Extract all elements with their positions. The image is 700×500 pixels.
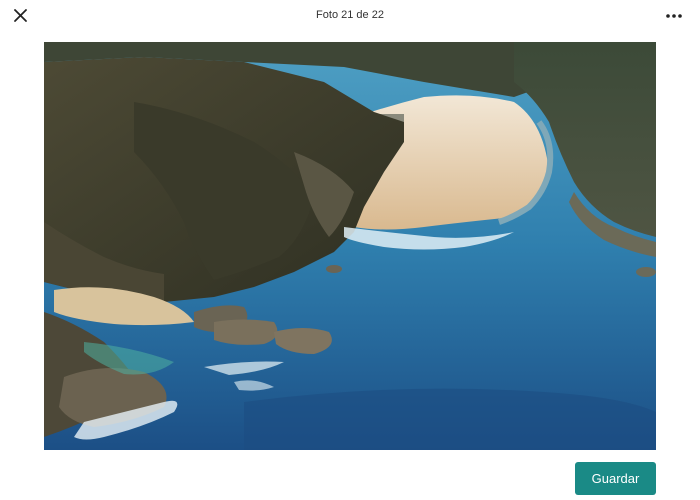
coastal-photo-image [44,42,656,450]
save-button[interactable]: Guardar [575,462,656,495]
page-title: Foto 21 de 22 [316,9,384,21]
more-options-icon [666,14,682,18]
gallery-photo [44,42,656,450]
more-options-button[interactable] [662,6,686,26]
top-bar: Foto 21 de 22 [0,0,700,30]
